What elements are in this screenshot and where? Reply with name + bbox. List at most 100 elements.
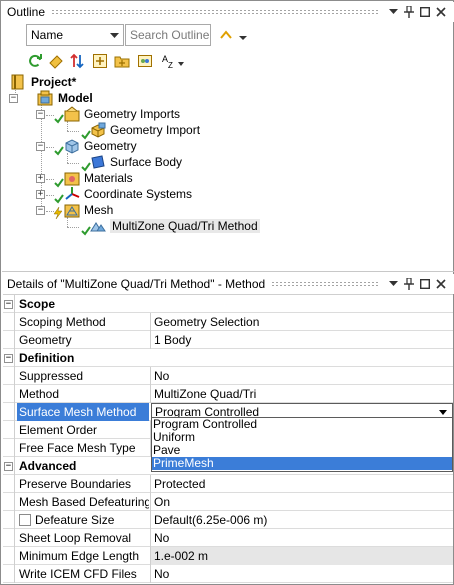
collapse-icon[interactable]: − <box>4 461 13 471</box>
collapse-icon[interactable]: − <box>36 206 45 215</box>
property-row[interactable]: Suppressed No <box>3 367 453 385</box>
tree-item-mesh[interactable]: Mesh <box>81 202 113 218</box>
expand-icon[interactable]: + <box>36 174 45 183</box>
tree-item-model[interactable]: Model <box>55 90 93 106</box>
property-value: Default(6.25e-006 m) <box>154 513 268 527</box>
tree-item-project[interactable]: Project* <box>28 74 76 90</box>
tree-item-coordinate-systems[interactable]: Coordinate Systems <box>81 186 192 202</box>
tree-connector <box>67 227 79 228</box>
group-label: Definition <box>19 351 75 365</box>
chevron-up-icon[interactable] <box>218 27 234 43</box>
property-name: Preserve Boundaries <box>19 477 132 491</box>
tree-item-materials[interactable]: Materials <box>81 170 133 186</box>
tree-connector <box>67 153 68 163</box>
tree-connector <box>46 115 54 116</box>
property-row[interactable]: Method MultiZone Quad/Tri <box>3 385 453 403</box>
filter-combo[interactable]: Name <box>26 24 124 46</box>
panel-divider[interactable] <box>2 271 454 272</box>
surface-body-icon <box>91 155 105 169</box>
tree-item-surface-body[interactable]: Surface Body <box>107 154 182 170</box>
folder-icon[interactable] <box>114 53 130 69</box>
property-name: Element Order <box>19 423 98 437</box>
property-row[interactable]: Sheet Loop Removal No <box>3 529 453 547</box>
tree-item-geometry[interactable]: Geometry <box>81 138 137 154</box>
tree-connector <box>46 195 54 196</box>
dropdown-option[interactable]: Program Controlled <box>152 418 452 431</box>
outline-header: Outline <box>2 2 454 22</box>
group-label: Advanced <box>19 459 77 473</box>
tree-item-multizone[interactable]: MultiZone Quad/Tri Method <box>107 218 260 234</box>
panel-grip[interactable] <box>51 9 380 15</box>
property-name: Geometry <box>19 333 72 347</box>
tree-view-icon[interactable] <box>137 53 153 69</box>
expand-icon[interactable]: + <box>36 190 45 199</box>
refresh-icon[interactable] <box>27 53 43 69</box>
tree-item-label: Coordinate Systems <box>84 187 193 201</box>
surface-mesh-method-options: Program Controlled Uniform Pave PrimeMes… <box>151 417 453 472</box>
property-value: No <box>154 531 170 545</box>
collapse-icon[interactable]: − <box>36 142 45 151</box>
collapse-icon[interactable]: − <box>4 299 13 309</box>
property-value: No <box>154 369 170 383</box>
property-name: Suppressed <box>19 369 84 383</box>
sort-alpha-icon[interactable]: A Z <box>161 53 185 69</box>
property-row[interactable]: Write ICEM CFD Files No <box>3 565 453 583</box>
app-window: Outline Name Search Outline A Z Project*… <box>0 0 454 585</box>
property-row[interactable]: Defeature Size Default(6.25e-006 m) <box>3 511 453 529</box>
tree-item-label: Project* <box>31 75 77 89</box>
panel-grip[interactable] <box>271 281 380 287</box>
group-label: Scope <box>19 297 56 311</box>
property-value: Protected <box>154 477 206 491</box>
pin-icon[interactable] <box>402 5 416 19</box>
property-row[interactable]: Geometry 1 Body <box>3 331 453 349</box>
property-value: No <box>154 567 170 581</box>
checkmark-icon <box>54 114 64 124</box>
model-icon <box>37 90 53 106</box>
maximize-icon[interactable] <box>418 5 432 19</box>
tree-item-geometry-imports[interactable]: Geometry Imports <box>81 106 180 122</box>
collapse-icon[interactable]: − <box>36 110 45 119</box>
tree-item-geometry-import[interactable]: Geometry Import <box>107 122 200 138</box>
tree-item-label: Model <box>58 91 93 105</box>
collapse-icon[interactable]: − <box>9 94 18 103</box>
checkmark-icon <box>54 194 64 204</box>
geometry-icon <box>65 139 79 154</box>
chevron-down-icon[interactable] <box>386 277 400 291</box>
property-name: Sheet Loop Removal <box>19 531 132 545</box>
details-title: Details of "MultiZone Quad/Tri Method" -… <box>7 277 266 291</box>
property-row[interactable]: Scoping Method Geometry Selection <box>3 313 453 331</box>
collapse-icon[interactable]: − <box>4 353 13 363</box>
close-icon[interactable] <box>434 5 448 19</box>
property-value: On <box>154 495 171 509</box>
property-row[interactable]: Mesh Based Defeaturing On <box>3 493 453 511</box>
expand-all-icon[interactable] <box>92 53 108 69</box>
chevron-down-icon[interactable] <box>386 5 400 19</box>
chevron-down-icon[interactable] <box>235 29 251 45</box>
maximize-icon[interactable] <box>418 277 432 291</box>
sort-icon[interactable] <box>69 53 85 69</box>
property-row[interactable]: Preserve Boundaries Protected <box>3 475 453 493</box>
pin-icon[interactable] <box>402 277 416 291</box>
checkmark-icon <box>54 146 64 156</box>
multizone-method-icon <box>90 222 106 232</box>
tree-connector <box>46 179 54 180</box>
property-name: Minimum Edge Length <box>19 549 140 563</box>
group-scope[interactable]: − Scope <box>3 295 453 313</box>
property-row[interactable]: Minimum Edge Length 1.e-002 m <box>3 547 453 565</box>
property-name: Method <box>19 387 60 401</box>
tree-connector <box>46 147 54 148</box>
property-name: Write ICEM CFD Files <box>19 567 137 581</box>
coordinate-systems-icon <box>65 187 80 200</box>
eraser-icon[interactable] <box>48 53 64 69</box>
svg-text:Z: Z <box>168 61 173 69</box>
property-name: Free Face Mesh Type <box>19 441 136 455</box>
dropdown-option[interactable]: Uniform <box>152 431 452 444</box>
tree-connector <box>67 121 68 131</box>
dropdown-option-highlighted[interactable]: PrimeMesh <box>152 457 452 470</box>
group-definition[interactable]: − Definition <box>3 349 453 367</box>
tree-connector <box>67 163 79 164</box>
search-input[interactable]: Search Outline <box>125 24 211 46</box>
close-icon[interactable] <box>434 277 448 291</box>
checkmark-icon <box>54 178 64 188</box>
defeature-size-checkbox[interactable] <box>19 514 31 526</box>
